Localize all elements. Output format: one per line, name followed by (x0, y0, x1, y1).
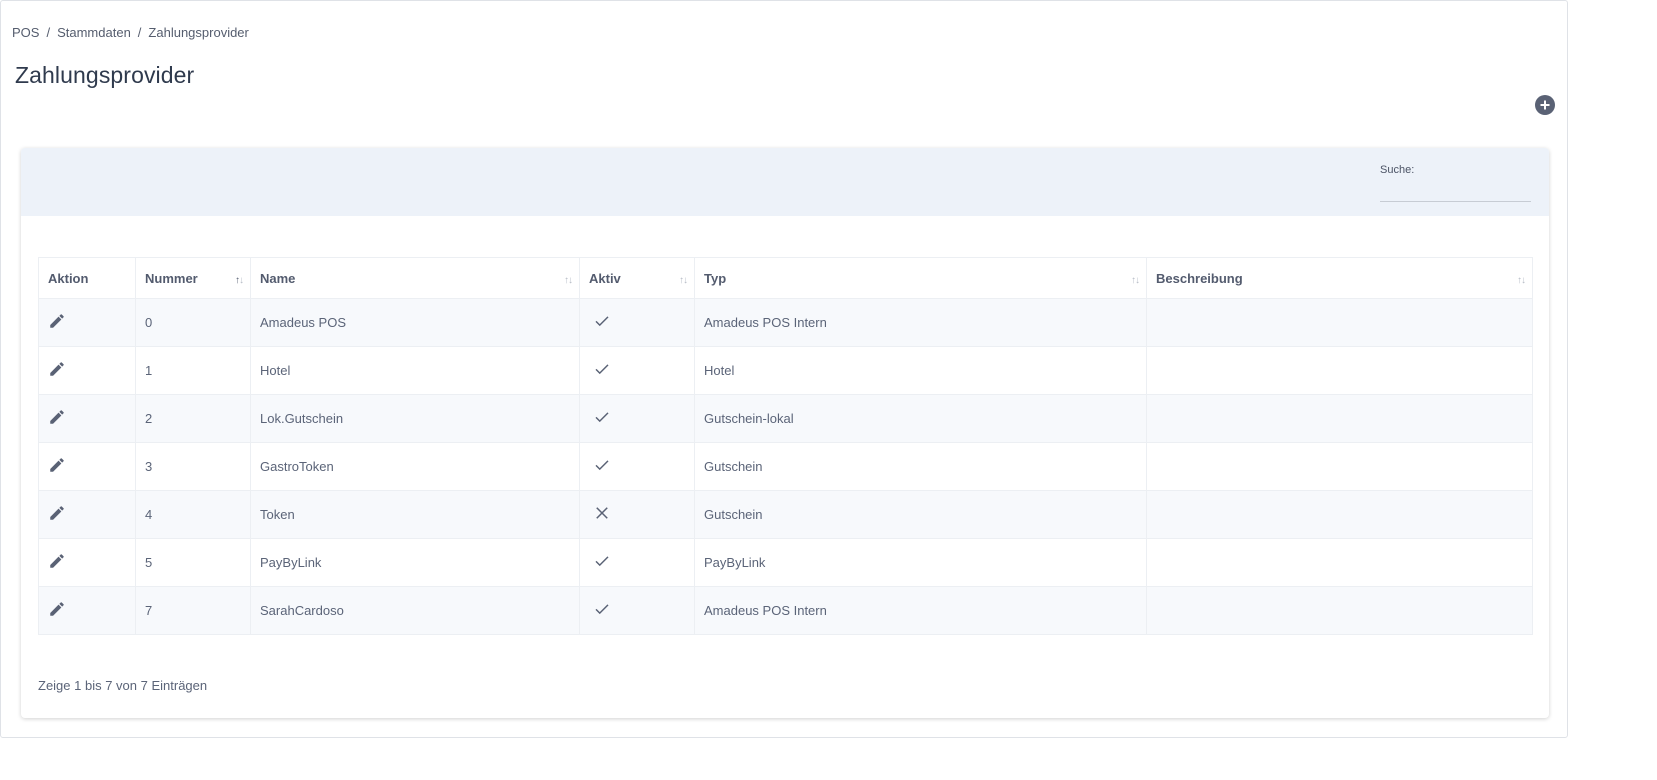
edit-button[interactable] (48, 312, 66, 333)
search-input[interactable] (1380, 186, 1531, 202)
sort-icon: ↑↓ (679, 275, 688, 286)
cell-typ: Gutschein-lokal (694, 394, 1147, 443)
cell-aktion (38, 394, 136, 443)
page-frame: POS / Stammdaten / Zahlungsprovider Zahl… (0, 0, 1568, 738)
cell-nummer: 2 (135, 394, 251, 443)
sort-asc-active-icon: ↑↓ (235, 275, 244, 286)
cell-aktion (38, 490, 136, 539)
check-icon (593, 600, 611, 618)
cell-name: Lok.Gutschein (250, 394, 580, 443)
cell-beschreibung (1146, 346, 1533, 395)
cell-beschreibung (1146, 394, 1533, 443)
cell-typ: Amadeus POS Intern (694, 298, 1147, 347)
edit-button[interactable] (48, 504, 66, 525)
page-title: Zahlungsprovider (15, 62, 195, 88)
table-row: 3 GastroToken Gutschein (38, 442, 1533, 491)
cell-aktion (38, 586, 136, 635)
cell-typ: Gutschein (694, 442, 1147, 491)
check-icon (593, 408, 611, 426)
sort-icon: ↑↓ (1517, 275, 1526, 286)
cell-typ: Hotel (694, 346, 1147, 395)
cell-nummer: 7 (135, 586, 251, 635)
breadcrumb-item-pos[interactable]: POS (12, 25, 39, 40)
cell-aktiv (579, 490, 695, 539)
cell-nummer: 4 (135, 490, 251, 539)
column-header-name[interactable]: Name ↑↓ (250, 257, 580, 299)
breadcrumb-item-stammdaten[interactable]: Stammdaten (57, 25, 131, 40)
edit-button[interactable] (48, 552, 66, 573)
cell-typ: PayByLink (694, 538, 1147, 587)
table-row: 7 SarahCardoso Amadeus POS Intern (38, 586, 1533, 635)
cross-icon (593, 504, 611, 522)
breadcrumb-separator: / (137, 25, 142, 40)
breadcrumb-separator: / (46, 25, 51, 40)
cell-typ: Amadeus POS Intern (694, 586, 1147, 635)
plus-circle-icon (1540, 100, 1550, 110)
pencil-icon (48, 600, 66, 618)
cell-nummer: 5 (135, 538, 251, 587)
providers-table: Aktion Nummer ↑↓ Name ↑↓ Aktiv ↑↓ Typ ↑↓ Bes… (38, 257, 1533, 635)
pencil-icon (48, 552, 66, 570)
cell-aktiv (579, 394, 695, 443)
pencil-icon (48, 456, 66, 474)
edit-button[interactable] (48, 408, 66, 429)
check-icon (593, 456, 611, 474)
pencil-icon (48, 504, 66, 522)
cell-beschreibung (1146, 298, 1533, 347)
table-header-row: Aktion Nummer ↑↓ Name ↑↓ Aktiv ↑↓ Typ ↑↓ Bes… (38, 257, 1533, 299)
cell-nummer: 3 (135, 442, 251, 491)
pencil-icon (48, 408, 66, 426)
sort-icon: ↑↓ (564, 275, 573, 286)
cell-typ: Gutschein (694, 490, 1147, 539)
check-icon (593, 552, 611, 570)
breadcrumb: POS / Stammdaten / Zahlungsprovider (12, 25, 249, 40)
cell-aktiv (579, 586, 695, 635)
search-label: Suche: (1380, 164, 1415, 176)
cell-aktion (38, 442, 136, 491)
check-icon (593, 312, 611, 330)
cell-aktiv (579, 442, 695, 491)
table-card: Suche: Aktion Nummer ↑↓ Name ↑↓ Aktiv ↑↓ Ty… (21, 148, 1549, 718)
cell-nummer: 1 (135, 346, 251, 395)
pencil-icon (48, 312, 66, 330)
cell-beschreibung (1146, 442, 1533, 491)
column-header-aktiv[interactable]: Aktiv ↑↓ (579, 257, 695, 299)
cell-name: GastroToken (250, 442, 580, 491)
edit-button[interactable] (48, 360, 66, 381)
table-row: 5 PayByLink PayByLink (38, 538, 1533, 587)
column-header-aktion: Aktion (38, 257, 136, 299)
card-header: Suche: (21, 148, 1549, 216)
edit-button[interactable] (48, 600, 66, 621)
column-header-typ[interactable]: Typ ↑↓ (694, 257, 1147, 299)
column-header-beschreibung[interactable]: Beschreibung ↑↓ (1146, 257, 1533, 299)
cell-aktiv (579, 538, 695, 587)
cell-name: Token (250, 490, 580, 539)
cell-beschreibung (1146, 586, 1533, 635)
table-row: 2 Lok.Gutschein Gutschein-lokal (38, 394, 1533, 443)
check-icon (593, 360, 611, 378)
add-button[interactable] (1535, 95, 1555, 115)
pencil-icon (48, 360, 66, 378)
cell-aktion (38, 298, 136, 347)
cell-name: SarahCardoso (250, 586, 580, 635)
column-header-nummer[interactable]: Nummer ↑↓ (135, 257, 251, 299)
table-info: Zeige 1 bis 7 von 7 Einträgen (38, 678, 208, 693)
cell-aktion (38, 538, 136, 587)
cell-name: Hotel (250, 346, 580, 395)
edit-button[interactable] (48, 456, 66, 477)
cell-beschreibung (1146, 538, 1533, 587)
table-row: 0 Amadeus POS Amadeus POS Intern (38, 298, 1533, 347)
breadcrumb-item-current: Zahlungsprovider (148, 25, 249, 40)
cell-name: Amadeus POS (250, 298, 580, 347)
table-row: 1 Hotel Hotel (38, 346, 1533, 395)
cell-aktiv (579, 298, 695, 347)
table-body: 0 Amadeus POS Amadeus POS Intern 1 Hotel Hote… (38, 298, 1533, 635)
cell-aktiv (579, 346, 695, 395)
cell-nummer: 0 (135, 298, 251, 347)
cell-beschreibung (1146, 490, 1533, 539)
cell-aktion (38, 346, 136, 395)
cell-name: PayByLink (250, 538, 580, 587)
table-row: 4 Token Gutschein (38, 490, 1533, 539)
sort-icon: ↑↓ (1131, 275, 1140, 286)
